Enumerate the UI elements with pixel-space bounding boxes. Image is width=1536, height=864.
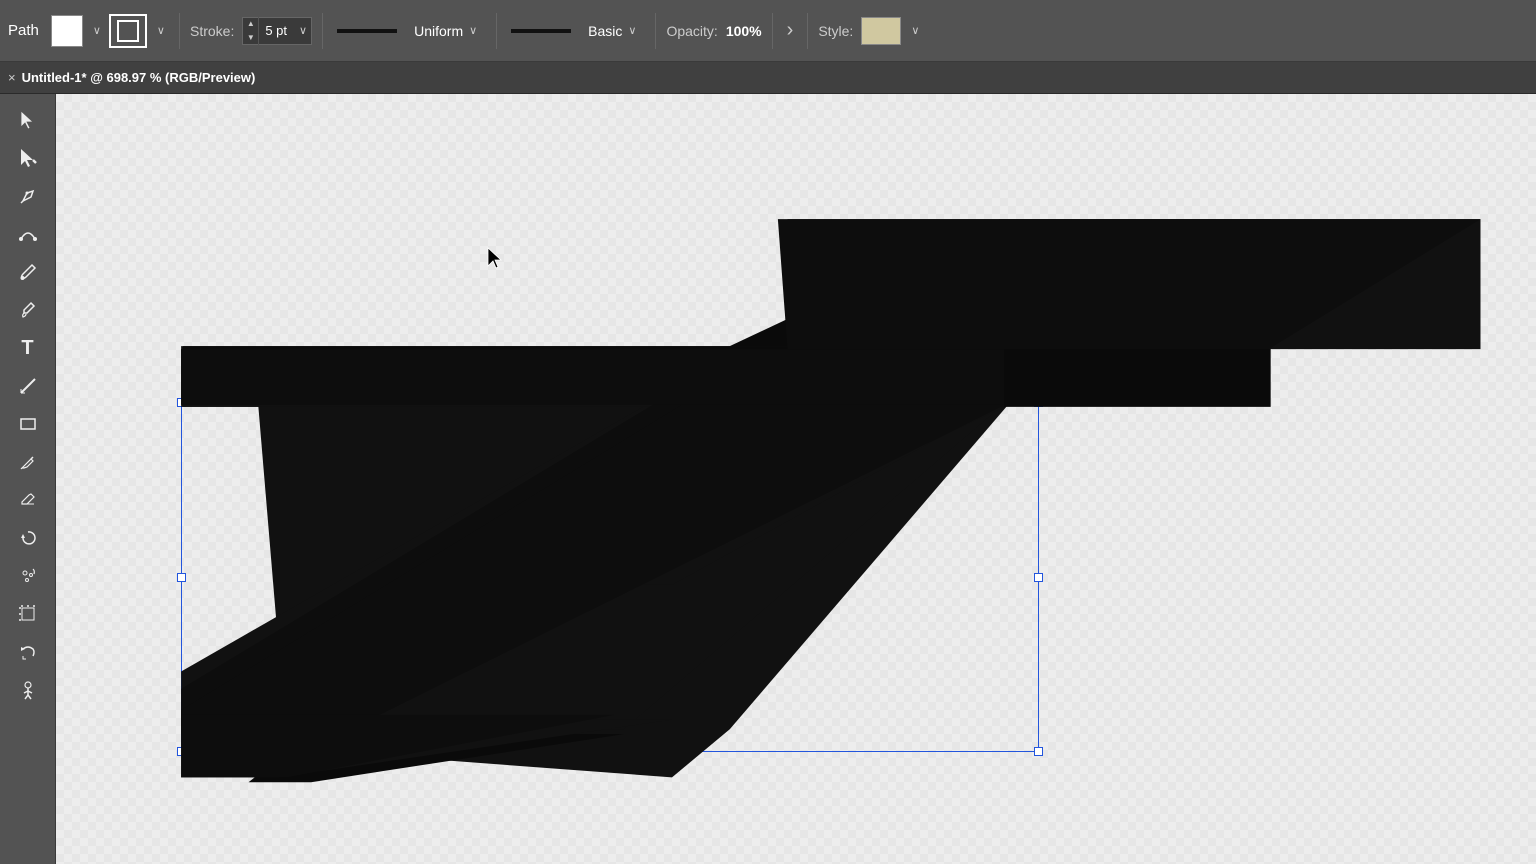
divider-4 bbox=[655, 13, 656, 49]
basic-dropdown[interactable]: Basic ∨ bbox=[579, 16, 645, 46]
symbol-spray-tool[interactable] bbox=[8, 558, 48, 594]
type-tool[interactable]: T bbox=[8, 330, 48, 366]
brush-tool[interactable] bbox=[8, 254, 48, 290]
z-shape-final bbox=[56, 94, 1536, 864]
divider-2 bbox=[322, 13, 323, 49]
stroke-spinner-down[interactable]: ▼ bbox=[243, 31, 258, 45]
eraser-tool[interactable] bbox=[8, 482, 48, 518]
divider-1 bbox=[179, 13, 180, 49]
curvature-tool[interactable] bbox=[8, 216, 48, 252]
tab-title[interactable]: Untitled-1* @ 698.97 % (RGB/Preview) bbox=[22, 70, 256, 85]
canvas-area[interactable] bbox=[56, 94, 1536, 864]
main-area: T bbox=[0, 94, 1536, 864]
rectangle-tool[interactable] bbox=[8, 406, 48, 442]
opacity-value: 100% bbox=[726, 23, 762, 39]
stroke-value-dropdown[interactable]: ∨ bbox=[293, 22, 311, 39]
pen-tool[interactable] bbox=[8, 178, 48, 214]
basic-label: Basic bbox=[588, 23, 622, 39]
stroke-spinner-arrows[interactable]: ▲ ▼ bbox=[243, 17, 259, 45]
opacity-label: Opacity: bbox=[666, 23, 717, 39]
line-preview bbox=[337, 29, 397, 33]
stroke-value: 5 pt bbox=[259, 23, 293, 38]
line-tool[interactable] bbox=[8, 368, 48, 404]
fill-dropdown[interactable]: ∨ bbox=[87, 22, 105, 39]
stroke-label: Stroke: bbox=[190, 23, 234, 39]
basic-arrow: ∨ bbox=[628, 24, 636, 37]
divider-3 bbox=[496, 13, 497, 49]
stroke-type-inner bbox=[117, 20, 139, 42]
tabbar: × Untitled-1* @ 698.97 % (RGB/Preview) bbox=[0, 62, 1536, 94]
pencil-tool[interactable] bbox=[8, 444, 48, 480]
tab-close-button[interactable]: × bbox=[8, 70, 16, 85]
style-label: Style: bbox=[818, 23, 853, 39]
line-preview-2 bbox=[511, 29, 571, 33]
stroke-type-dropdown-arrow: ∨ bbox=[157, 24, 165, 37]
uniform-dropdown[interactable]: Uniform ∨ bbox=[405, 16, 486, 46]
selection-tool[interactable] bbox=[8, 140, 48, 176]
toolbar: Path ∨ ∨ Stroke: ▲ ▼ 5 pt ∨ Uniform ∨ Ba… bbox=[0, 0, 1536, 62]
stroke-spinner-up[interactable]: ▲ bbox=[243, 17, 258, 31]
style-swatch[interactable] bbox=[861, 17, 901, 45]
uniform-label: Uniform bbox=[414, 23, 463, 39]
artboard-tool[interactable] bbox=[8, 596, 48, 632]
direct-select-tool[interactable] bbox=[8, 102, 48, 138]
divider-6 bbox=[807, 13, 808, 49]
rotate-tool[interactable] bbox=[8, 520, 48, 556]
uniform-arrow: ∨ bbox=[469, 24, 477, 37]
fill-color-swatch[interactable] bbox=[51, 15, 83, 47]
undo-tool[interactable] bbox=[8, 634, 48, 670]
nav-arrow-right[interactable]: › bbox=[783, 19, 798, 42]
puppet-warp-tool[interactable] bbox=[8, 672, 48, 708]
style-dropdown-arrow: ∨ bbox=[911, 24, 919, 37]
style-dropdown[interactable]: ∨ bbox=[905, 22, 923, 39]
stroke-spinner[interactable]: ▲ ▼ 5 pt ∨ bbox=[242, 17, 312, 45]
divider-5 bbox=[772, 13, 773, 49]
sidebar: T bbox=[0, 94, 56, 864]
stroke-type-box[interactable] bbox=[109, 14, 147, 48]
fill-dropdown-arrow: ∨ bbox=[93, 24, 101, 37]
blob-brush-tool[interactable] bbox=[8, 292, 48, 328]
path-label: Path bbox=[8, 22, 39, 39]
stroke-type-dropdown[interactable]: ∨ bbox=[151, 22, 169, 39]
